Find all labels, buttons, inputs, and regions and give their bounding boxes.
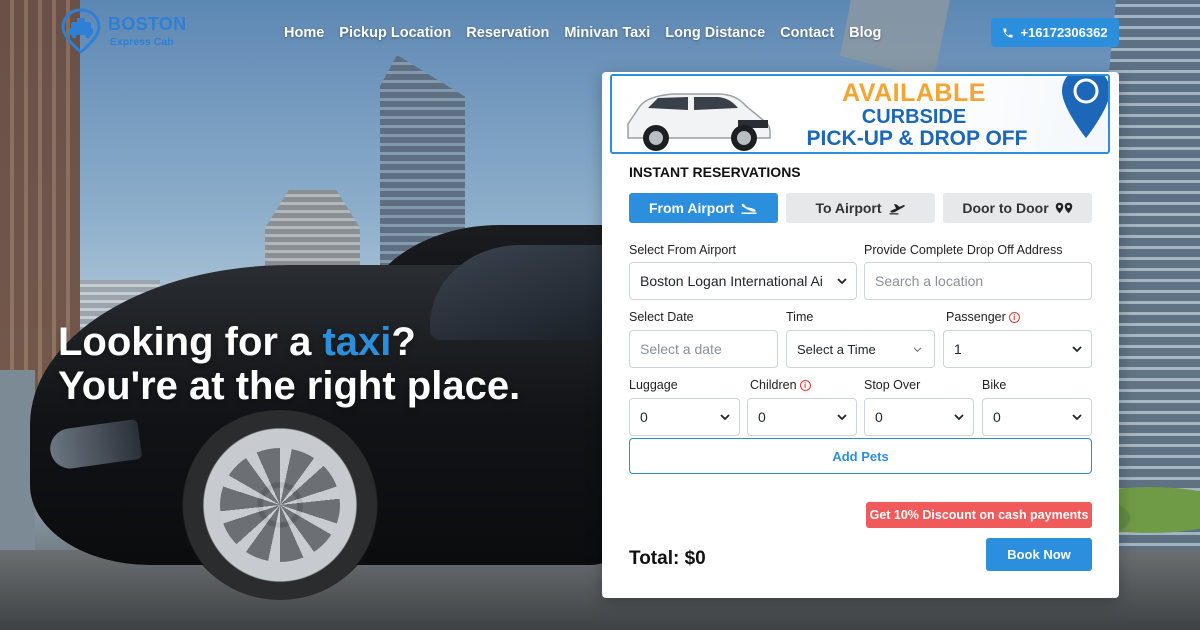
tab-from-airport[interactable]: From Airport (629, 193, 778, 223)
tab-label: Door to Door (962, 200, 1049, 216)
children-label-text: Children (750, 378, 797, 392)
luggage-select-value: 0 (640, 409, 648, 425)
nav-blog[interactable]: Blog (849, 25, 881, 41)
add-pets-button[interactable]: Add Pets (629, 438, 1092, 474)
plane-landing-icon (741, 203, 757, 214)
chevron-down-icon (1072, 346, 1082, 353)
date-label: Select Date (629, 310, 694, 324)
nav-minivan-taxi[interactable]: Minivan Taxi (564, 25, 650, 41)
nav-reservation[interactable]: Reservation (466, 25, 549, 41)
bike-select[interactable]: 0 (982, 398, 1092, 436)
tab-label: From Airport (648, 200, 735, 216)
hero-text: Looking for a (58, 320, 323, 364)
total-price: Total: $0 (629, 548, 706, 569)
tab-door-to-door[interactable]: Door to Door (943, 193, 1092, 223)
children-select-value: 0 (758, 409, 766, 425)
hero-text: ? (391, 320, 416, 364)
hero-accent-word: taxi (322, 320, 392, 364)
passenger-select-value: 1 (954, 341, 962, 357)
reservation-card: AVAILABLE CURBSIDE PICK-UP & DROP OFF IN… (602, 72, 1119, 598)
passenger-label: Passenger i (946, 310, 1020, 324)
cash-discount-badge: Get 10% Discount on cash payments (866, 502, 1092, 528)
plane-takeoff-icon (889, 204, 905, 215)
bike-select-value: 0 (993, 409, 1001, 425)
luggage-select[interactable]: 0 (629, 398, 740, 436)
phone-icon (1003, 28, 1013, 37)
tab-to-airport[interactable]: To Airport (786, 193, 935, 223)
brand-name: BOSTON (108, 14, 187, 34)
stopover-select-value: 0 (875, 409, 883, 425)
chevron-down-icon (954, 414, 964, 421)
nav-home[interactable]: Home (284, 25, 324, 41)
date-placeholder: Select a date (640, 341, 722, 357)
chevron-down-icon (913, 347, 922, 353)
chevron-down-icon (720, 414, 730, 421)
nav-pickup-location[interactable]: Pickup Location (339, 25, 451, 41)
hero-line-1: Looking for a taxi? (58, 320, 520, 364)
chevron-down-icon (1072, 414, 1082, 421)
phone-call-button[interactable]: +16172306362 (991, 18, 1119, 47)
stopover-label: Stop Over (864, 378, 921, 392)
info-icon[interactable]: i (799, 380, 811, 391)
form-title: INSTANT RESERVATIONS (629, 164, 801, 180)
info-icon[interactable]: i (1008, 312, 1020, 323)
nav-contact[interactable]: Contact (780, 25, 834, 41)
curbside-banner: AVAILABLE CURBSIDE PICK-UP & DROP OFF (610, 74, 1110, 154)
date-input[interactable]: Select a date (629, 330, 778, 368)
time-select[interactable]: Select a Time (786, 330, 935, 368)
main-nav: Home Pickup Location Reservation Minivan… (284, 25, 881, 41)
airport-select[interactable]: Boston Logan International Ai (629, 262, 857, 300)
trip-type-tabs: From Airport To Airport Door to Door (629, 193, 1092, 223)
dropoff-address-input[interactable]: Search a location (864, 262, 1092, 300)
nav-long-distance[interactable]: Long Distance (665, 25, 765, 41)
taxi-pin-icon (61, 8, 101, 54)
children-label: Children i (750, 378, 811, 392)
airport-select-value: Boston Logan International Ai (640, 273, 823, 289)
map-pins-icon (1055, 202, 1072, 214)
chevron-down-icon (837, 278, 847, 285)
location-pin-icon (1062, 76, 1108, 138)
luggage-label: Luggage (629, 378, 678, 392)
address-placeholder: Search a location (875, 273, 984, 289)
book-now-button[interactable]: Book Now (986, 538, 1092, 571)
banner-curbside: CURBSIDE (861, 106, 967, 128)
passenger-select[interactable]: 1 (943, 330, 1092, 368)
stopover-select[interactable]: 0 (864, 398, 974, 436)
tab-label: To Airport (815, 200, 882, 216)
hero-headline: Looking for a taxi? You're at the right … (58, 320, 520, 408)
bike-label: Bike (982, 378, 1007, 392)
airport-label: Select From Airport (629, 243, 736, 257)
banner-available: AVAILABLE (842, 79, 986, 107)
passenger-label-text: Passenger (946, 310, 1006, 324)
hero-line-2: You're at the right place. (58, 364, 521, 408)
children-select[interactable]: 0 (747, 398, 857, 436)
suv-image (627, 93, 771, 151)
address-label: Provide Complete Drop Off Address (864, 243, 1063, 257)
time-select-value: Select a Time (797, 341, 876, 357)
time-label: Time (786, 310, 814, 324)
banner-pickup-dropoff: PICK-UP & DROP OFF (806, 127, 1028, 150)
chevron-down-icon (837, 414, 847, 421)
brand-logo[interactable]: BOSTON Express Cab (58, 6, 188, 58)
black-sedan-image (30, 225, 630, 605)
brand-tagline: Express Cab (110, 36, 174, 48)
phone-number: +16172306362 (1020, 25, 1108, 40)
